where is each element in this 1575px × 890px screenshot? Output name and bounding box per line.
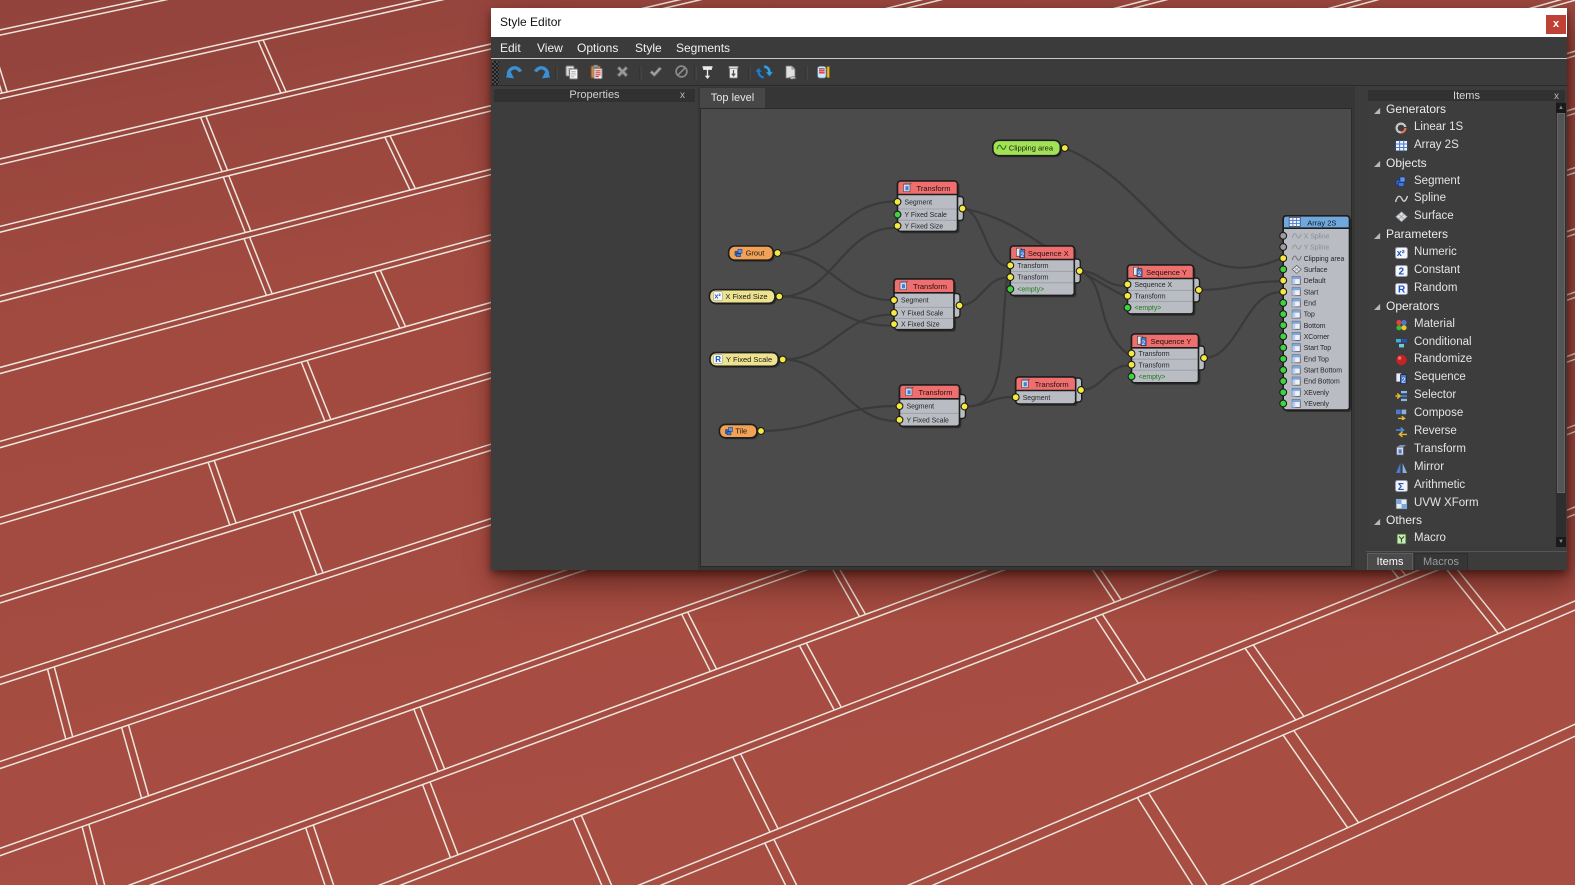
svg-text:R: R xyxy=(715,355,721,364)
svg-text:Surface: Surface xyxy=(1304,267,1328,274)
svg-text:Array 2S: Array 2S xyxy=(1307,218,1336,227)
svg-text:Transform: Transform xyxy=(1017,275,1048,282)
svg-text:Transform: Transform xyxy=(1139,362,1170,369)
svg-text:Clipping area: Clipping area xyxy=(1009,144,1054,153)
svg-text:Sequence X: Sequence X xyxy=(1028,249,1069,258)
svg-text:Tile: Tile xyxy=(735,427,747,436)
svg-text:X Spline: X Spline xyxy=(1304,233,1330,240)
svg-text:XCorner: XCorner xyxy=(1304,334,1330,341)
svg-text:Clipping area: Clipping area xyxy=(1304,256,1345,263)
svg-text:Y Spline: Y Spline xyxy=(1304,245,1330,252)
svg-text:Top: Top xyxy=(1304,312,1315,319)
svg-text:Sequence Y: Sequence Y xyxy=(1151,337,1192,346)
svg-text:End Top: End Top xyxy=(1304,356,1329,363)
svg-text:Start Top: Start Top xyxy=(1304,345,1332,352)
svg-text:Transform: Transform xyxy=(917,184,951,193)
svg-text:Start: Start xyxy=(1304,289,1319,296)
svg-text:Segment: Segment xyxy=(905,199,933,206)
svg-text:Y Fixed Scale: Y Fixed Scale xyxy=(907,417,950,424)
svg-text:Σ: Σ xyxy=(1398,480,1404,491)
svg-text:Bottom: Bottom xyxy=(1304,323,1326,330)
svg-text:<empty>: <empty> xyxy=(1135,305,1162,312)
svg-text:Transform: Transform xyxy=(1135,293,1166,300)
svg-text:Transform: Transform xyxy=(913,282,947,291)
svg-text:End: End xyxy=(1304,301,1316,308)
svg-text:X Fixed Size: X Fixed Size xyxy=(901,322,940,329)
svg-text:XEvenly: XEvenly xyxy=(1304,390,1330,397)
svg-text:x²: x² xyxy=(1397,248,1405,258)
svg-text:Sequence Y: Sequence Y xyxy=(1146,268,1187,277)
svg-text:X Fixed Size: X Fixed Size xyxy=(725,292,767,301)
svg-text:Segment: Segment xyxy=(1023,395,1051,402)
svg-text:Grout: Grout xyxy=(746,249,766,258)
svg-text:Y Fixed Scale: Y Fixed Scale xyxy=(905,212,948,219)
svg-text:Y Fixed Scale: Y Fixed Scale xyxy=(726,355,772,364)
svg-text:End Bottom: End Bottom xyxy=(1304,379,1340,386)
svg-text:Sequence X: Sequence X xyxy=(1135,282,1173,289)
svg-text:2: 2 xyxy=(1402,378,1406,384)
svg-text:Transform: Transform xyxy=(919,388,953,397)
svg-text:2: 2 xyxy=(1399,266,1405,277)
svg-text:Transform: Transform xyxy=(1017,263,1048,270)
svg-text:<empty>: <empty> xyxy=(1139,374,1166,381)
svg-text:YEvenly: YEvenly xyxy=(1304,401,1330,408)
svg-text:<empty>: <empty> xyxy=(1017,287,1044,294)
svg-text:Transform: Transform xyxy=(1139,351,1170,358)
svg-text:Segment: Segment xyxy=(901,298,929,305)
svg-text:R: R xyxy=(1398,284,1406,295)
svg-text:Default: Default xyxy=(1304,278,1326,285)
svg-text:Y Fixed Size: Y Fixed Size xyxy=(905,223,944,230)
svg-text:Start Bottom: Start Bottom xyxy=(1304,368,1343,375)
svg-text:x²: x² xyxy=(715,294,722,301)
svg-text:Segment: Segment xyxy=(907,404,935,411)
svg-text:Transform: Transform xyxy=(1035,380,1069,389)
svg-text:Y Fixed Scale: Y Fixed Scale xyxy=(901,311,944,318)
